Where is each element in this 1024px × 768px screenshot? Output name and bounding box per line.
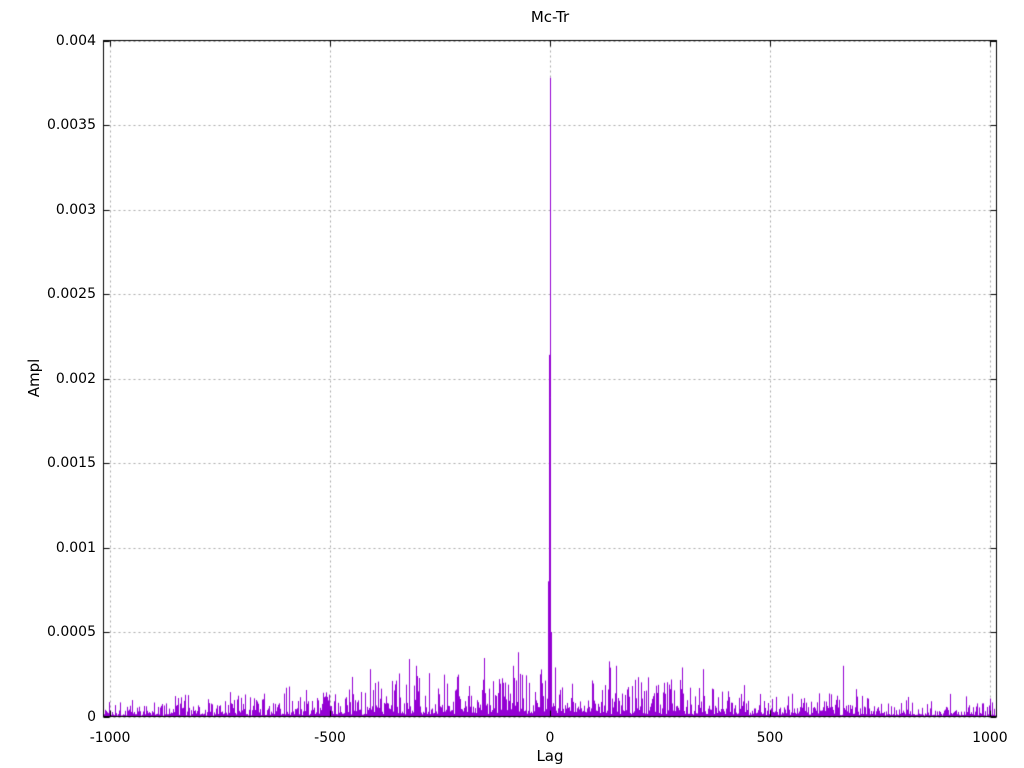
y-tick-label: 0.0005 — [47, 624, 96, 640]
y-tick-label: 0.0025 — [47, 286, 96, 302]
y-tick-label: 0.003 — [55, 201, 96, 218]
gnuplot-chart-window: Mc-Tr Lag Ampl -1000 -500 0 500 1000 0 0.0005 0… — [0, 0, 1024, 768]
y-tick-label: 0.001 — [55, 539, 96, 556]
x-tick-label: 0 — [545, 730, 555, 746]
y-tick-label: 0.002 — [55, 370, 96, 387]
y-tick-label: 0 — [87, 708, 96, 725]
correlation-plot-canvas — [0, 0, 1024, 768]
x-axis-label: Lag — [536, 747, 564, 765]
x-tick-label: -500 — [314, 730, 346, 746]
y-tick-label: 0.0035 — [47, 117, 96, 133]
x-tick-label: 1000 — [972, 730, 1008, 746]
x-tick-label: -1000 — [89, 730, 131, 746]
x-tick-label: 500 — [756, 730, 784, 746]
y-tick-label: 0.004 — [55, 32, 96, 49]
y-tick-label: 0.0015 — [47, 455, 96, 471]
chart-title: Mc-Tr — [530, 8, 570, 26]
